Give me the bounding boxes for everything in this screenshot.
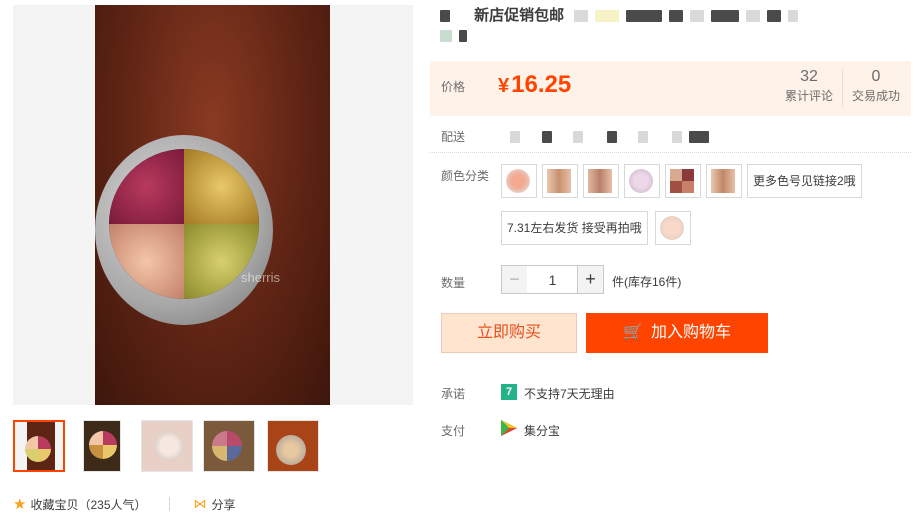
divider: [168, 497, 170, 511]
jifenbao-icon: [501, 420, 517, 436]
stat-divider: [842, 69, 843, 107]
price-label: 价格: [441, 80, 466, 94]
thumbnail-2[interactable]: [83, 420, 121, 472]
thumbnail-1[interactable]: [13, 420, 65, 472]
section-divider: [430, 152, 911, 153]
promise-label: 承诺: [441, 387, 466, 401]
color-option-more[interactable]: 更多色号见链接2哦: [747, 164, 862, 198]
reviews-stat[interactable]: 32 累计评论: [785, 67, 833, 105]
color-option-7[interactable]: [655, 211, 691, 245]
price-value: ¥16.25: [498, 71, 572, 98]
price-panel: 价格 ¥16.25 32 累计评论 0 交易成功: [430, 61, 911, 116]
promise-text[interactable]: 不支持7天无理由: [524, 385, 615, 402]
thumbnail-5[interactable]: [267, 420, 319, 472]
quantity-minus-button[interactable]: −: [501, 265, 528, 294]
payment-text[interactable]: 集分宝: [524, 422, 560, 439]
title-text: 新店促销包邮: [474, 7, 565, 24]
product-title: 新店促销包邮: [440, 6, 910, 46]
color-option-5[interactable]: [665, 164, 701, 198]
collect-share-row: ★ 收藏宝贝 （235人气） ⋈ 分享: [13, 494, 236, 514]
add-to-cart-label: 加入购物车: [650, 324, 731, 341]
buy-now-button[interactable]: 立即购买: [441, 313, 577, 353]
eyeshadow-tin: [95, 135, 273, 325]
color-option-3[interactable]: [583, 164, 619, 198]
color-option-6[interactable]: [706, 164, 742, 198]
deals-label: 交易成功: [852, 89, 901, 103]
collect-count: （235人气）: [78, 497, 147, 512]
color-option-4[interactable]: [624, 164, 660, 198]
color-label: 颜色分类: [441, 169, 490, 183]
shipping-info: [510, 129, 716, 143]
color-option-ship-note[interactable]: 7.31左右发货 接受再拍哦: [501, 211, 648, 245]
color-option-1[interactable]: [501, 164, 537, 198]
add-to-cart-button[interactable]: 🛒 加入购物车: [586, 313, 768, 353]
payment-label: 支付: [441, 424, 466, 438]
color-option-2[interactable]: [542, 164, 578, 198]
thumbnail-3[interactable]: [141, 420, 193, 472]
deals-stat: 0 交易成功: [852, 67, 900, 105]
cart-icon: 🛒: [623, 324, 643, 341]
star-icon[interactable]: ★: [13, 495, 26, 513]
shipping-label: 配送: [441, 130, 466, 144]
reviews-count: 32: [800, 68, 818, 85]
thumbnail-4[interactable]: [203, 420, 255, 472]
photo-watermark: sherris: [240, 270, 280, 285]
share-label[interactable]: 分享: [212, 496, 236, 513]
quantity-label: 数量: [441, 276, 466, 290]
collect-label[interactable]: 收藏宝贝: [30, 496, 78, 513]
eyeshadow-photo: sherris: [95, 5, 330, 405]
stock-text: 件(库存16件): [612, 275, 682, 289]
quantity-plus-button[interactable]: +: [577, 265, 604, 294]
main-product-image[interactable]: sherris: [13, 5, 413, 405]
share-icon[interactable]: ⋈: [194, 496, 207, 512]
quantity-input[interactable]: [527, 265, 578, 294]
reviews-label: 累计评论: [785, 89, 834, 103]
deals-count: 0: [871, 68, 881, 85]
seven-day-icon: 7: [501, 384, 517, 400]
